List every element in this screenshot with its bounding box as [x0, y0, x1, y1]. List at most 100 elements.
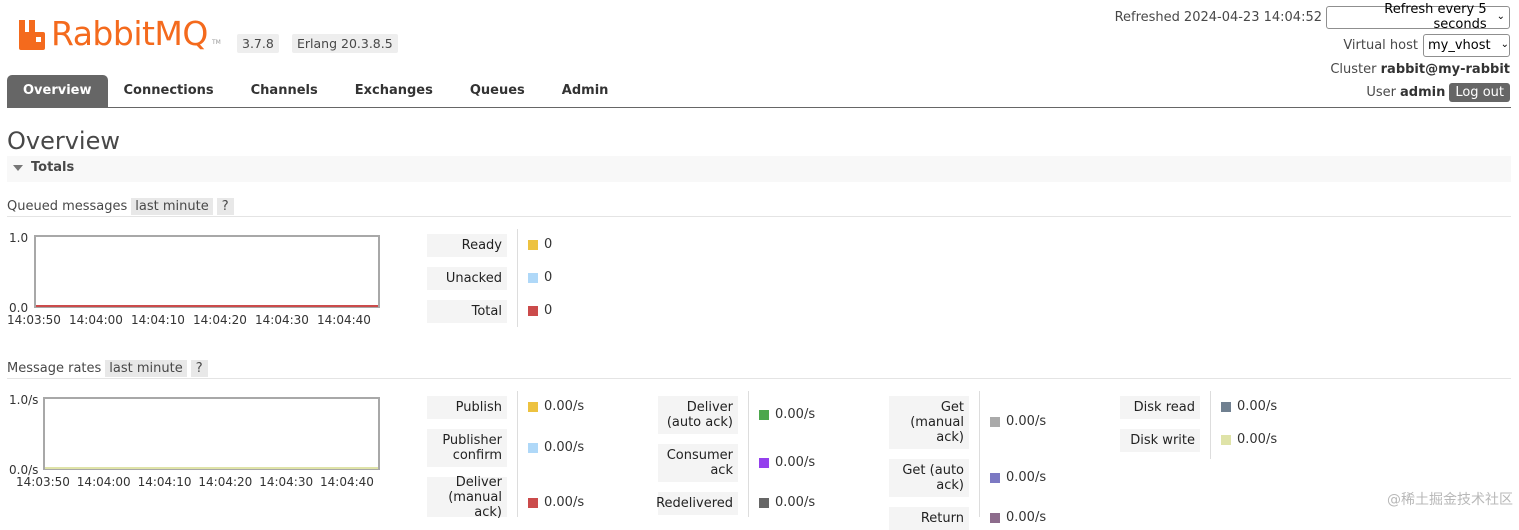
message-rates-title: Message rates	[7, 361, 102, 376]
legend-swatch	[759, 497, 769, 508]
x-tick-label: 14:04:40	[320, 475, 374, 489]
legend-label: Ready	[427, 234, 507, 257]
totals-section-label: Totals	[31, 160, 75, 175]
refreshed-time: 2024-04-23 14:04:52	[1183, 9, 1322, 25]
tab-channels[interactable]: Channels	[235, 75, 334, 107]
legend-label: Unacked	[427, 267, 507, 290]
tab-queues[interactable]: Queues	[454, 75, 541, 107]
y-tick-label: 1.0/s	[9, 393, 38, 407]
tab-connections[interactable]: Connections	[113, 75, 230, 107]
legend-value: 0	[528, 270, 552, 285]
legend-divider	[517, 391, 518, 517]
x-tick-label: 14:04:40	[317, 313, 371, 327]
legend-swatch	[990, 512, 1000, 523]
legend-value: 0.00/s	[528, 440, 584, 455]
legend-swatch	[528, 442, 538, 453]
legend-value-text: 0	[544, 237, 553, 252]
legend-swatch	[528, 239, 538, 250]
queued-range-selector[interactable]: last minute	[131, 198, 213, 215]
logo-trademark: TM	[212, 39, 221, 46]
cluster-row: Cluster rabbit@my-rabbit	[1330, 61, 1510, 78]
cluster-name: rabbit@my-rabbit	[1380, 62, 1510, 77]
legend-label: Total	[427, 300, 507, 323]
vhost-select[interactable]: my_vhost ⌄	[1423, 33, 1510, 57]
legend-value: 0.00/s	[528, 495, 584, 510]
chevron-down-icon: ⌄	[1500, 39, 1510, 50]
tab-divider	[7, 107, 1511, 108]
tab-overview[interactable]: Overview	[7, 75, 108, 107]
rabbit-icon	[19, 20, 45, 50]
legend-value-text: 0.00/s	[1006, 470, 1047, 485]
legend-value: 0	[528, 237, 552, 252]
legend-value-text: 0	[544, 303, 553, 318]
legend-divider	[517, 229, 518, 327]
legend-value-text: 0.00/s	[775, 495, 816, 510]
rates-help-button[interactable]: ?	[190, 360, 208, 377]
tab-exchanges[interactable]: Exchanges	[339, 75, 449, 107]
message-rates-chart: 1.0/s 0.0/s 14:03:50 14:04:00 14:04:10 14:0…	[9, 393, 380, 489]
user-label: User	[1366, 84, 1396, 100]
legend-value-text: 0.00/s	[1006, 414, 1047, 429]
legend-label: Get (auto ack)	[889, 459, 969, 497]
legend-value: 0.00/s	[990, 470, 1046, 485]
legend-label: Disk write	[1120, 429, 1200, 452]
legend-swatch	[528, 497, 538, 508]
legend-label: Get (manual ack)	[889, 396, 969, 449]
refreshed-label: Refreshed	[1114, 9, 1180, 25]
queued-messages-chart: 1.0 0.0 14:03:50 14:04:00 14:04:10 14:04:20…	[7, 231, 380, 327]
legend-swatch	[759, 457, 769, 468]
vhost-row: Virtual host my_vhost ⌄	[1343, 33, 1510, 57]
legend-label: Return	[889, 507, 969, 530]
legend-value: 0.00/s	[1221, 399, 1277, 414]
rabbitmq-logo[interactable]: RabbitMQ TM	[17, 14, 227, 54]
legend-value-text: 0.00/s	[1237, 432, 1278, 447]
logo-text: RabbitMQ	[51, 14, 208, 53]
totals-section-toggle[interactable]: Totals	[7, 156, 1511, 182]
legend-label: Consumer ack	[658, 444, 738, 482]
vhost-value: my_vhost	[1428, 37, 1491, 53]
tab-admin[interactable]: Admin	[546, 75, 625, 107]
refresh-interval-select[interactable]: Refresh every 5 seconds ⌄	[1326, 2, 1510, 32]
plot-area	[43, 397, 380, 470]
legend-value: 0.00/s	[759, 455, 815, 470]
x-tick-label: 14:04:20	[193, 313, 247, 327]
legend-label: Disk read	[1120, 396, 1200, 419]
cluster-label: Cluster	[1330, 62, 1377, 77]
x-tick-label: 14:03:50	[16, 475, 70, 489]
x-tick-label: 14:04:30	[259, 475, 313, 489]
section-divider	[7, 378, 1511, 379]
legend-swatch	[1221, 401, 1231, 412]
legend-value-text: 0.00/s	[544, 399, 585, 414]
legend-swatch	[528, 401, 538, 412]
legend-value: 0.00/s	[759, 495, 815, 510]
legend-value-text: 0.00/s	[1006, 510, 1047, 525]
message-rates-header: Message rates last minute ?	[7, 360, 208, 377]
legend-value: 0.00/s	[990, 414, 1046, 429]
legend-value: 0.00/s	[759, 407, 815, 422]
vhost-label: Virtual host	[1343, 37, 1418, 53]
legend-value-text: 0.00/s	[775, 455, 816, 470]
legend-value: 0.00/s	[1221, 432, 1277, 447]
legend-swatch	[1221, 434, 1231, 445]
legend-value-text: 0	[544, 270, 553, 285]
legend-divider	[1210, 391, 1211, 459]
queued-help-button[interactable]: ?	[216, 198, 234, 215]
x-tick-label: 14:04:00	[77, 475, 131, 489]
watermark: @稀土掘金技术社区	[1387, 492, 1513, 508]
chevron-down-icon: ⌄	[1496, 11, 1505, 22]
x-tick-label: 14:04:20	[198, 475, 252, 489]
legend-value: 0	[528, 303, 552, 318]
version-badge: 3.7.8	[237, 34, 279, 53]
logout-button[interactable]: Log out	[1449, 82, 1510, 102]
legend-label: Deliver (auto ack)	[658, 396, 738, 434]
x-tick-label: 14:03:50	[7, 313, 61, 327]
erlang-version-badge: Erlang 20.3.8.5	[292, 34, 398, 53]
legend-divider	[979, 391, 980, 517]
legend-value-text: 0.00/s	[1237, 399, 1278, 414]
user-name: admin	[1400, 84, 1446, 100]
legend-label: Deliver (manual ack)	[427, 475, 507, 520]
x-tick-label: 14:04:30	[255, 313, 309, 327]
rates-range-selector[interactable]: last minute	[105, 360, 187, 377]
x-tick-label: 14:04:10	[138, 475, 192, 489]
legend-label: Publisher confirm	[427, 429, 507, 467]
